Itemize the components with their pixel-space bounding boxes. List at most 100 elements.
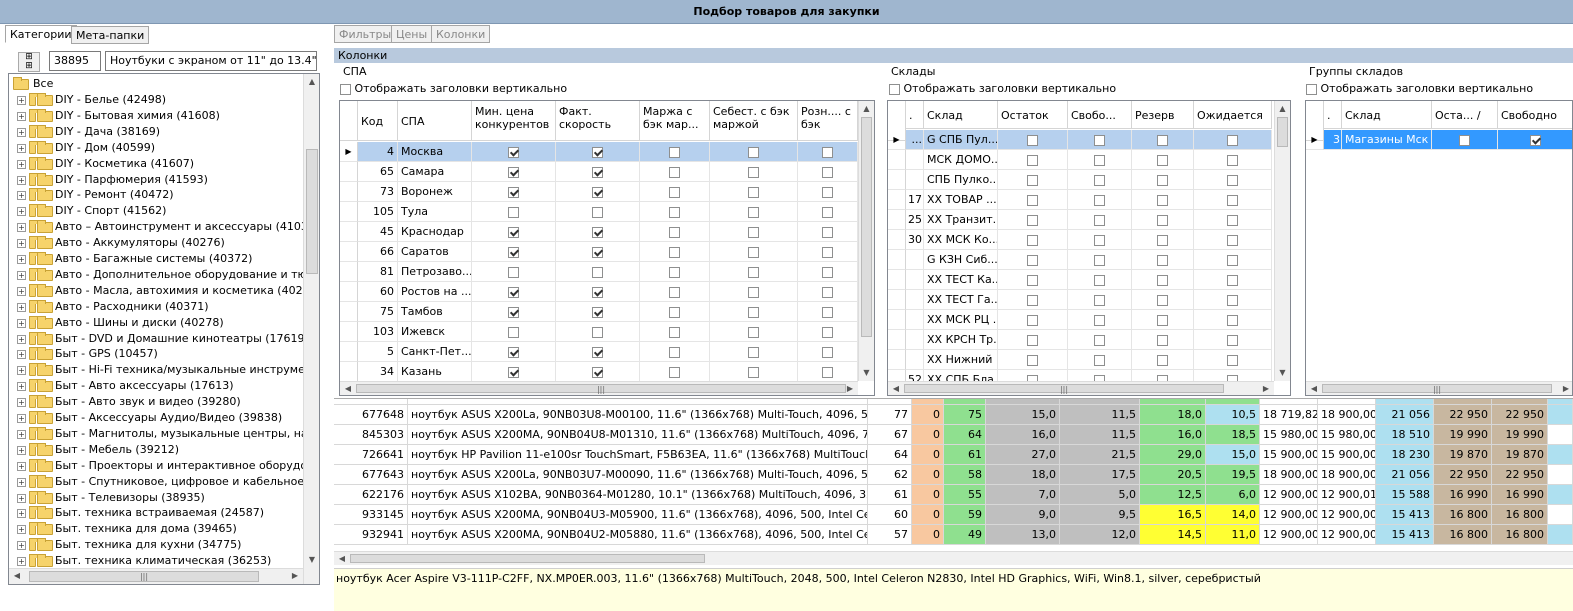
product-value[interactable]: 15 900,00 — [1318, 445, 1376, 465]
product-value[interactable]: 18,5 — [1206, 425, 1260, 445]
checkbox[interactable] — [1157, 134, 1168, 146]
expand-icon[interactable]: + — [17, 445, 26, 455]
spa-flag-cell[interactable] — [798, 362, 858, 382]
product-value[interactable]: 15,0 — [986, 405, 1060, 425]
checkbox[interactable] — [1027, 234, 1038, 246]
checkbox[interactable] — [1094, 174, 1105, 186]
warehouse-flag-cell[interactable] — [1068, 230, 1132, 250]
warehouse-flag-cell[interactable] — [1068, 130, 1132, 150]
spa-flag-cell[interactable] — [798, 222, 858, 242]
scroll-left-icon[interactable]: ◀ — [1306, 382, 1322, 395]
products-grid[interactable]: 677648 ноутбук ASUS X200La, 90NB03U8-M001… — [334, 398, 1573, 566]
tab-meta-folders[interactable]: Мета-папки — [71, 26, 150, 44]
category-name-field[interactable]: Ноутбуки с экраном от 11" до 13.4" — [105, 51, 317, 71]
checkbox[interactable] — [1157, 234, 1168, 246]
checkbox[interactable] — [1094, 274, 1105, 286]
checked-checkbox[interactable] — [508, 246, 519, 258]
product-name[interactable]: ноутбук ASUS X200MA, 90NB04U3-M05900, 11… — [408, 505, 868, 525]
product-value[interactable]: 61 — [944, 445, 986, 465]
checked-checkbox[interactable] — [592, 346, 603, 358]
spa-flag-cell[interactable] — [472, 262, 556, 282]
warehouse-flag-cell[interactable] — [1132, 230, 1194, 250]
checkbox[interactable] — [1227, 174, 1238, 186]
checkbox[interactable] — [669, 166, 680, 178]
checkbox[interactable] — [1306, 83, 1317, 95]
spa-flag-cell[interactable] — [798, 202, 858, 222]
warehouse-flag-cell[interactable] — [1068, 290, 1132, 310]
warehouse-flag-cell[interactable] — [1132, 190, 1194, 210]
warehouse-flag-cell[interactable] — [1068, 310, 1132, 330]
warehouse-flag-cell[interactable] — [998, 270, 1068, 290]
checkbox[interactable] — [1027, 194, 1038, 206]
checkbox[interactable] — [822, 326, 833, 338]
product-value[interactable]: 19 870 — [1434, 445, 1492, 465]
column-header[interactable]: Розн.... с бэк — [798, 101, 858, 141]
warehouse-flag-cell[interactable] — [1132, 350, 1194, 370]
product-value[interactable]: 7,0 — [986, 485, 1060, 505]
spa-flag-cell[interactable] — [710, 142, 798, 162]
spa-flag-cell[interactable] — [640, 222, 710, 242]
group-flag-cell[interactable] — [1432, 130, 1498, 150]
product-value[interactable]: 12 900,00 — [1260, 485, 1318, 505]
spa-flag-cell[interactable] — [710, 222, 798, 242]
checkbox[interactable] — [1094, 234, 1105, 246]
checkbox[interactable] — [1094, 194, 1105, 206]
spa-flag-cell[interactable] — [710, 302, 798, 322]
product-value[interactable]: 12 900,00 — [1318, 525, 1376, 545]
checkbox[interactable] — [1227, 214, 1238, 226]
scroll-thumb[interactable]: ||| — [904, 384, 1224, 394]
expand-icon[interactable]: + — [17, 334, 26, 344]
category-tree[interactable]: Все + DIY - Белье (42498) + DIY - Бытовая х… — [8, 73, 320, 585]
checkbox[interactable] — [822, 306, 833, 318]
product-value[interactable]: 21 056 — [1376, 405, 1434, 425]
expand-icon[interactable]: + — [17, 96, 26, 105]
product-value[interactable]: 49 — [944, 525, 986, 545]
scroll-right-icon[interactable]: ▶ — [287, 569, 303, 584]
product-value[interactable]: 15 413 — [1376, 505, 1434, 525]
product-value[interactable]: 13,0 — [986, 525, 1060, 545]
warehouse-flag-cell[interactable] — [1068, 150, 1132, 170]
checked-checkbox[interactable] — [592, 226, 603, 238]
warehouse-flag-cell[interactable] — [1132, 130, 1194, 150]
checked-checkbox[interactable] — [592, 366, 603, 378]
product-value[interactable]: 14,5 — [1140, 525, 1206, 545]
spa-flag-cell[interactable] — [798, 282, 858, 302]
product-value[interactable]: 0 — [912, 485, 944, 505]
spa-flag-cell[interactable] — [798, 322, 858, 342]
product-value[interactable]: 9,0 — [986, 505, 1060, 525]
checkbox[interactable] — [1027, 354, 1038, 366]
product-value[interactable]: 12 900,00 — [1318, 505, 1376, 525]
warehouse-flag-cell[interactable] — [1194, 230, 1272, 250]
product-value[interactable]: 5,0 — [1060, 485, 1140, 505]
product-value[interactable]: 21,5 — [1060, 445, 1140, 465]
expand-icon[interactable]: + — [17, 223, 26, 233]
warehouses-vertical-headers[interactable]: Отображать заголовки вертикально — [889, 82, 1116, 96]
warehouse-flag-cell[interactable] — [998, 250, 1068, 270]
warehouse-flag-cell[interactable] — [998, 230, 1068, 250]
checkbox[interactable] — [669, 346, 680, 358]
checked-checkbox[interactable] — [508, 146, 519, 158]
product-value[interactable]: 0 — [912, 465, 944, 485]
expand-icon[interactable]: + — [17, 207, 26, 217]
spa-flag-cell[interactable] — [472, 322, 556, 342]
products-hscroll[interactable]: ◀ — [334, 551, 1573, 565]
expand-icon[interactable]: + — [17, 509, 26, 519]
checkbox[interactable] — [1094, 154, 1105, 166]
tree-hscroll[interactable]: ◀ ||| ▶ — [9, 568, 303, 584]
expand-icon[interactable]: + — [17, 382, 26, 392]
product-id[interactable]: 677648 — [334, 405, 408, 425]
spa-flag-cell[interactable] — [640, 362, 710, 382]
spa-flag-cell[interactable] — [640, 302, 710, 322]
product-value[interactable]: 57 — [868, 525, 912, 545]
product-value[interactable]: 64 — [868, 445, 912, 465]
product-value[interactable]: 0 — [912, 525, 944, 545]
product-value[interactable]: 0 — [912, 405, 944, 425]
product-value[interactable]: 60 — [868, 505, 912, 525]
spa-flag-cell[interactable] — [556, 282, 640, 302]
column-header[interactable]: Склад — [1342, 101, 1432, 129]
product-name[interactable]: ноутбук ASUS X200La, 90NB03U7-M00090, 11… — [408, 465, 868, 485]
checkbox[interactable] — [822, 266, 833, 278]
warehouse-flag-cell[interactable] — [1194, 130, 1272, 150]
tab-columns[interactable]: Колонки — [431, 25, 491, 43]
product-value[interactable]: 16,0 — [986, 425, 1060, 445]
